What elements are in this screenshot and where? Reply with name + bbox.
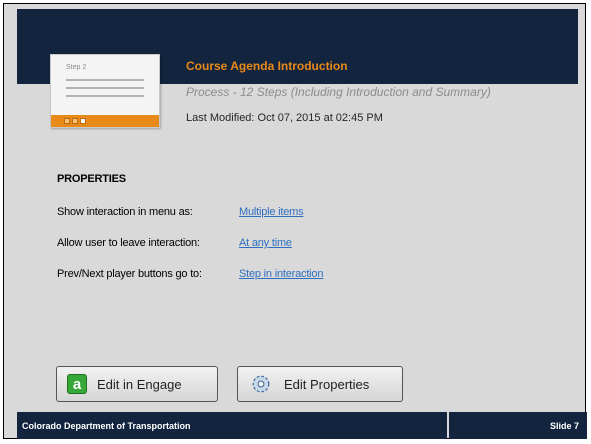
- last-modified: Last Modified: Oct 07, 2015 at 02:45 PM: [186, 112, 383, 124]
- thumbnail-line: [66, 87, 144, 89]
- course-thumbnail: Step 2: [50, 54, 160, 128]
- thumbnail-progress-bar: [51, 115, 159, 127]
- edit-properties-button[interactable]: Edit Properties: [237, 366, 403, 402]
- properties-heading: PROPERTIES: [57, 173, 126, 185]
- property-label-leave: Allow user to leave interaction:: [57, 237, 200, 249]
- gear-icon: [252, 375, 270, 393]
- thumbnail-line: [66, 79, 144, 81]
- engage-icon: a: [67, 374, 87, 394]
- thumbnail-step-marker: [80, 118, 86, 124]
- thumbnail-line: [66, 95, 144, 97]
- property-value-leave-link[interactable]: At any time: [239, 237, 292, 249]
- thumbnail-step-marker: [72, 118, 78, 124]
- edit-in-engage-button[interactable]: a Edit in Engage: [56, 366, 218, 402]
- edit-in-engage-label: Edit in Engage: [97, 376, 182, 392]
- thumbnail-step-marker: [64, 118, 70, 124]
- property-label-prev-next: Prev/Next player buttons go to:: [57, 268, 202, 280]
- property-value-menu-link[interactable]: Multiple items: [239, 206, 304, 218]
- thumbnail-step-label: Step 2: [66, 64, 87, 71]
- property-label-menu: Show interaction in menu as:: [57, 206, 193, 218]
- property-value-prev-next-link[interactable]: Step in interaction: [239, 268, 323, 280]
- footer-organization: Colorado Department of Transportation: [22, 421, 191, 431]
- slide-number: Slide 7: [550, 421, 580, 431]
- course-subtitle: Process - 12 Steps (Including Introducti…: [186, 85, 491, 99]
- course-title: Course Agenda Introduction: [186, 59, 348, 73]
- edit-properties-label: Edit Properties: [284, 376, 370, 392]
